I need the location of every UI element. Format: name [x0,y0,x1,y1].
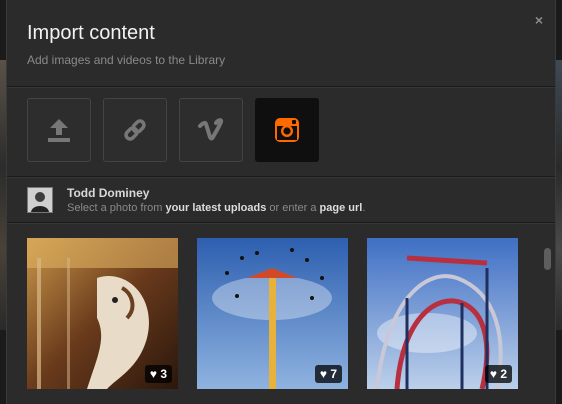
avatar [27,187,53,213]
scrollbar-thumb[interactable] [544,248,551,270]
vimeo-icon [198,118,224,141]
page-url-link[interactable]: page url [320,202,363,214]
user-name: Todd Dominey [67,186,150,200]
instagram-source-button[interactable] [255,98,319,162]
instagram-icon [275,118,299,142]
dialog-header: Import content Add images and videos to … [7,0,555,87]
import-content-dialog: Import content Add images and videos to … [6,0,556,404]
like-count-badge: ♥ 2 [484,365,512,383]
photo-thumbnail-swing-ride[interactable]: ♥ 7 [197,238,348,389]
like-count-badge: ♥ 3 [144,365,172,383]
like-count-badge: ♥ 7 [314,365,342,383]
link-icon [124,119,146,141]
photo-thumbnail-carousel[interactable]: ♥ 3 [27,238,178,389]
upload-source-button[interactable] [27,98,91,162]
photo-thumbnail-roller-coaster[interactable]: ♥ 2 [367,238,518,389]
hint-text: Select a photo from [67,202,166,214]
vimeo-source-button[interactable] [179,98,243,162]
upload-icon [48,119,70,142]
close-icon[interactable]: × [535,12,543,28]
hint-text: . [362,202,366,214]
user-hint: Select a photo from your latest uploads … [67,202,365,214]
dialog-title: Import content [27,22,155,44]
source-selector [7,87,555,177]
link-source-button[interactable] [103,98,167,162]
instagram-user-row: Todd Dominey Select a photo from your la… [7,177,555,223]
photo-grid: ♥ 3 ♥ 7 ♥ 2 [7,223,555,404]
dialog-subtitle: Add images and videos to the Library [27,53,226,67]
hint-text: or enter a [266,202,320,214]
latest-uploads-link[interactable]: your latest uploads [165,202,266,214]
